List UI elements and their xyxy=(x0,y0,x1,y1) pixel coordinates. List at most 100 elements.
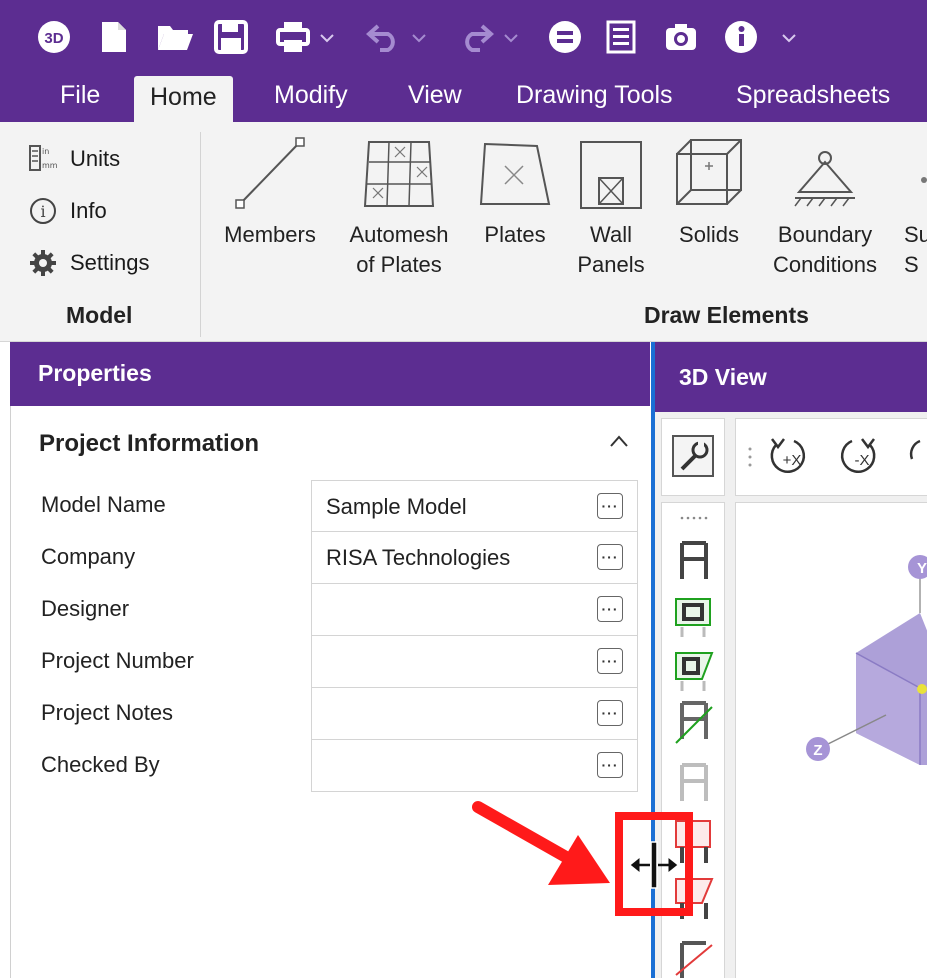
automesh-icon xyxy=(340,128,458,220)
new-file-icon[interactable] xyxy=(100,16,128,58)
properties-header: Properties xyxy=(10,342,650,406)
plates-label: Plates xyxy=(484,222,546,247)
tab-drawing-tools[interactable]: Drawing Tools xyxy=(500,72,689,122)
tab-modify[interactable]: Modify xyxy=(258,72,364,122)
svg-text:i: i xyxy=(40,202,45,221)
info-icon[interactable] xyxy=(724,16,758,58)
boundary-conditions-button[interactable]: Boundary Conditions xyxy=(762,128,888,280)
tab-home[interactable]: Home xyxy=(134,76,233,122)
ellipsis-button[interactable]: ··· xyxy=(597,596,623,622)
camera-icon[interactable] xyxy=(664,16,698,58)
print-dropdown-icon[interactable] xyxy=(320,30,334,48)
tab-file[interactable]: File xyxy=(44,72,116,122)
settings-button[interactable]: Settings xyxy=(28,244,150,282)
wrench-icon[interactable] xyxy=(672,435,714,477)
units-icon: in mm xyxy=(28,140,70,178)
solids-button[interactable]: Solids xyxy=(664,128,754,250)
info-button[interactable]: i Info xyxy=(28,192,107,230)
partial-icon xyxy=(900,128,927,220)
property-row-company: Company RISA Technologies ··· xyxy=(11,532,651,584)
checked-by-field[interactable]: ··· xyxy=(311,740,638,792)
ellipsis-button[interactable]: ··· xyxy=(597,700,623,726)
wall-panels-label: Wall Panels xyxy=(577,222,645,277)
partial-ribbon-button[interactable]: Su S xyxy=(900,128,927,280)
info-label: Info xyxy=(70,198,107,223)
settings-label: Settings xyxy=(70,250,150,275)
property-row-project-notes: Project Notes ··· xyxy=(11,688,651,740)
svg-text:-X: -X xyxy=(855,452,870,469)
model-group-label: Model xyxy=(66,302,133,328)
member-line-icon xyxy=(218,128,322,220)
property-value: Sample Model xyxy=(326,494,467,519)
property-row-designer: Designer ··· xyxy=(11,584,651,636)
plates-button[interactable]: Plates xyxy=(470,128,560,250)
origin-dot xyxy=(917,684,927,694)
wall-panels-button[interactable]: Wall Panels xyxy=(566,128,656,280)
property-label: Project Notes xyxy=(41,700,174,725)
rotate-plus-x-icon[interactable]: +X xyxy=(770,438,806,473)
designer-field[interactable]: ··· xyxy=(311,584,638,636)
automesh-button[interactable]: Automesh of Plates xyxy=(340,128,458,280)
menu-tabs: File Home Modify View Drawing Tools Spre… xyxy=(0,72,927,122)
chevron-up-icon[interactable] xyxy=(609,434,629,453)
view-cube-icon[interactable] xyxy=(855,613,927,765)
save-icon[interactable] xyxy=(214,16,248,58)
project-number-field[interactable]: ··· xyxy=(311,636,638,688)
rotate-more-icon[interactable] xyxy=(909,439,921,460)
redo-dropdown-icon[interactable] xyxy=(504,30,518,48)
property-row-checked-by: Checked By ··· xyxy=(11,740,651,792)
open-folder-icon[interactable] xyxy=(156,16,194,58)
info-dropdown-icon[interactable] xyxy=(782,30,796,48)
resize-cursor-icon xyxy=(628,840,680,895)
ellipsis-button[interactable]: ··· xyxy=(597,752,623,778)
members-label: Members xyxy=(224,222,316,247)
ellipsis-button[interactable]: ··· xyxy=(597,493,623,519)
redo-icon[interactable] xyxy=(458,16,494,58)
info-circle-icon: i xyxy=(28,192,70,230)
gear-icon xyxy=(28,244,70,282)
svg-text:Y: Y xyxy=(917,560,927,577)
company-field[interactable]: RISA Technologies ··· xyxy=(311,532,638,584)
property-label: Project Number xyxy=(41,648,194,673)
wall-panel-icon xyxy=(566,128,656,220)
model-name-field[interactable]: Sample Model ··· xyxy=(311,480,638,532)
3d-view-header: 3D View xyxy=(655,342,927,412)
svg-text:mm: mm xyxy=(42,161,58,170)
solids-label: Solids xyxy=(679,222,739,247)
red-arrow-icon xyxy=(470,795,620,900)
svg-text:+X: +X xyxy=(783,452,802,469)
svg-text:Z: Z xyxy=(813,742,822,759)
ellipsis-button[interactable]: ··· xyxy=(597,544,623,570)
draw-elements-group-label: Draw Elements xyxy=(644,302,809,328)
undo-dropdown-icon[interactable] xyxy=(412,30,426,48)
print-icon[interactable] xyxy=(276,16,312,58)
boundary-conditions-label: Boundary Conditions xyxy=(773,222,877,277)
property-label: Company xyxy=(41,544,136,569)
plate-icon xyxy=(470,128,560,220)
partial-ribbon-label: Su S xyxy=(904,222,927,277)
view-rotate-toolbar: +X -X xyxy=(735,418,927,496)
svg-text:3D: 3D xyxy=(44,30,63,47)
ribbon: in mm Units i Info Settings Model Members… xyxy=(0,122,927,342)
property-row-project-number: Project Number ··· xyxy=(11,636,651,688)
report-icon[interactable] xyxy=(606,16,636,58)
tab-view[interactable]: View xyxy=(392,72,478,122)
project-notes-field[interactable]: ··· xyxy=(311,688,638,740)
members-button[interactable]: Members xyxy=(218,128,322,250)
3d-canvas[interactable]: Y Z xyxy=(735,502,927,978)
solid-cube-icon xyxy=(664,128,754,220)
ellipsis-button[interactable]: ··· xyxy=(597,648,623,674)
3d-logo-icon[interactable]: 3D xyxy=(36,16,72,58)
property-row-model-name: Model Name Sample Model ··· xyxy=(11,480,651,532)
equals-icon[interactable] xyxy=(548,16,582,58)
units-label: Units xyxy=(70,146,121,171)
tab-spreadsheets[interactable]: Spreadsheets xyxy=(720,72,906,122)
boundary-support-icon xyxy=(762,128,888,220)
section-title: Project Information xyxy=(39,430,260,457)
rotate-minus-x-icon[interactable]: -X xyxy=(840,438,876,473)
property-label: Designer xyxy=(41,596,130,621)
undo-icon[interactable] xyxy=(366,16,402,58)
property-label: Checked By xyxy=(41,752,160,777)
svg-text:in: in xyxy=(42,147,49,156)
units-button[interactable]: in mm Units xyxy=(28,140,120,178)
